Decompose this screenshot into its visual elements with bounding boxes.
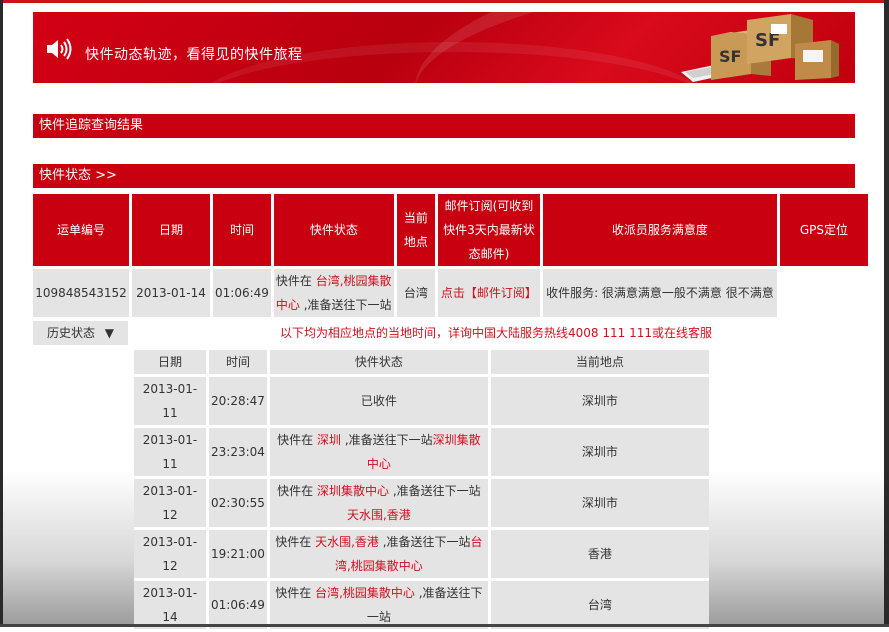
package-boxes-icon: SF SF — [681, 14, 839, 82]
hist-col-date: 日期 — [134, 350, 209, 377]
hist-status-text: 快件在 — [277, 484, 317, 498]
col-time: 时间 — [213, 194, 274, 266]
status-date: 2013-01-14 — [132, 266, 213, 317]
hist-next-place-link[interactable]: 天水围,香港 — [347, 508, 411, 522]
table-row: 2013-01-12 02:30:55 快件在 深圳集散中心 ,准备送往下一站天… — [134, 479, 709, 530]
current-location: 台湾 — [396, 266, 438, 317]
hist-status-text: 已收件 — [360, 394, 397, 408]
col-status: 快件状态 — [273, 194, 397, 266]
hist-status: 快件在 天水围,香港 ,准备送往下一站台湾,桃园集散中心 — [269, 530, 491, 581]
col-location: 当前地点 — [396, 194, 438, 266]
gps-cell — [779, 266, 868, 317]
col-satisfaction: 收派员服务满意度 — [542, 194, 780, 266]
status-prefix: 快件在 — [275, 274, 316, 288]
satisfaction-rating[interactable]: 收件服务: 很满意满意一般不满意 很不满意 — [542, 266, 780, 317]
hist-date: 2013-01-12 — [134, 530, 209, 581]
hist-status-text: 快件在 — [275, 535, 316, 549]
email-subscribe-link[interactable]: 点击【邮件订阅】 — [437, 266, 543, 317]
right-border — [884, 0, 889, 627]
col-subscribe: 邮件订阅(可收到快件3天内最新状态邮件) — [437, 194, 543, 266]
hist-time: 20:28:47 — [209, 377, 270, 428]
hist-status-text: 快件在 — [277, 433, 317, 447]
hist-status: 快件在 深圳集散中心 ,准备送往下一站天水围,香港 — [269, 479, 491, 530]
table-row: 109848543152 2013-01-14 01:06:49 快件在 台湾,… — [33, 266, 868, 317]
svg-text:SF: SF — [719, 47, 741, 66]
hist-location: 深圳市 — [490, 377, 709, 428]
hist-time: 19:21:00 — [209, 530, 270, 581]
waybill-number: 109848543152 — [33, 266, 132, 317]
hist-col-location: 当前地点 — [490, 350, 709, 377]
hist-date: 2013-01-11 — [134, 377, 209, 428]
hist-location: 深圳市 — [490, 479, 709, 530]
hist-date: 2013-01-11 — [134, 428, 209, 479]
hist-status-text: ,准备送往下一站 — [341, 433, 433, 447]
local-time-notice: 以下均为相应地点的当地时间，详询中国大陆服务热线4008 111 111或在线客… — [280, 326, 712, 340]
col-gps: GPS定位 — [779, 194, 868, 266]
hist-status-text: ,准备送往下一站 — [389, 484, 481, 498]
col-date: 日期 — [132, 194, 213, 266]
hist-time: 02:30:55 — [209, 479, 270, 530]
col-waybill: 运单编号 — [33, 194, 132, 266]
hist-location: 深圳市 — [490, 428, 709, 479]
hist-place-link[interactable]: 深圳 — [317, 433, 341, 447]
hist-place-link[interactable]: 天水围,香港 — [315, 535, 379, 549]
left-border — [0, 0, 3, 627]
hist-status: 已收件 — [269, 377, 491, 428]
status-time: 01:06:49 — [213, 266, 274, 317]
status-suffix: ,准备送往下一站 — [299, 298, 392, 312]
table-row: 2013-01-11 20:28:47 已收件 深圳市 — [134, 377, 709, 428]
hist-col-time: 时间 — [209, 350, 270, 377]
triangle-down-icon: ▼ — [104, 326, 115, 340]
history-status-toggle[interactable]: 历史状态 ▼ — [33, 321, 128, 345]
table-row: 2013-01-11 23:23:04 快件在 深圳 ,准备送往下一站深圳集散中… — [134, 428, 709, 479]
shipment-status-table: 运单编号 日期 时间 快件状态 当前地点 邮件订阅(可收到快件3天内最新状态邮件… — [33, 194, 868, 317]
table-row: 2013-01-12 19:21:00 快件在 天水围,香港 ,准备送往下一站台… — [134, 530, 709, 581]
header-banner: 快件动态轨迹，看得见的快件旅程 SF SF — [33, 12, 855, 83]
history-toggle-label: 历史状态 — [46, 326, 95, 340]
hist-status-text: 快件在 — [275, 586, 316, 600]
top-border — [0, 0, 889, 3]
hist-status: 快件在 深圳 ,准备送往下一站深圳集散中心 — [269, 428, 491, 479]
hist-date: 2013-01-12 — [134, 479, 209, 530]
shipment-status-bar: 快件状态 >> — [33, 164, 855, 188]
history-table: 日期 时间 快件状态 当前地点 2013-01-11 20:28:47 已收件 … — [134, 350, 709, 632]
speaker-icon — [47, 38, 72, 60]
hist-place-link[interactable]: 台湾,桃园集散中心 — [315, 586, 415, 600]
hist-status-text: ,准备送往下一站 — [378, 535, 471, 549]
tracking-result-bar: 快件追踪查询结果 — [33, 114, 855, 138]
hist-place-link[interactable]: 深圳集散中心 — [317, 484, 389, 498]
hist-col-status: 快件状态 — [269, 350, 491, 377]
hist-time: 23:23:04 — [209, 428, 270, 479]
banner-title: 快件动态轨迹，看得见的快件旅程 — [85, 47, 303, 63]
hist-location: 香港 — [490, 530, 709, 581]
status-description: 快件在 台湾,桃园集散中心 ,准备送往下一站 — [273, 266, 397, 317]
